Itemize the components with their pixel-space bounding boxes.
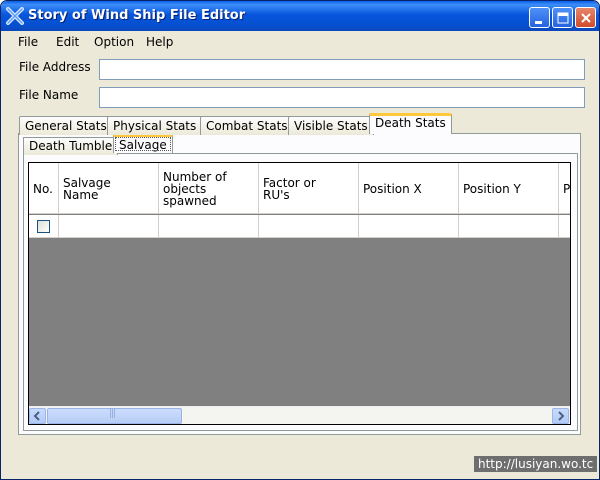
p-cell[interactable] (559, 215, 570, 238)
column-header-factor[interactable]: Factor or RU's (259, 163, 359, 214)
column-header-salvage-name[interactable]: Salvage Name (59, 163, 159, 214)
tab-visible-stats[interactable]: Visible Stats (288, 116, 374, 135)
subtab-death-tumble[interactable]: Death Tumble (23, 137, 119, 155)
close-button[interactable] (575, 7, 596, 28)
column-header-position-x[interactable]: Position X (359, 163, 459, 214)
factor-cell[interactable] (259, 215, 359, 238)
app-window: Story of Wind Ship File Editor File Edit… (0, 0, 600, 480)
file-name-label: File Name (19, 88, 79, 102)
scroll-thumb[interactable]: ||| (47, 408, 182, 424)
tab-death-stats[interactable]: Death Stats (369, 113, 452, 134)
column-header-objects-spawned[interactable]: Number of objects spawned (159, 163, 259, 214)
table-row (29, 215, 570, 238)
window-title: Story of Wind Ship File Editor (28, 8, 246, 23)
row-no-cell[interactable] (29, 215, 59, 238)
menu-file[interactable]: File (18, 35, 38, 49)
scroll-thumb-grip: ||| (109, 409, 116, 419)
objects-spawned-cell[interactable] (159, 215, 259, 238)
file-name-input[interactable] (99, 87, 585, 108)
chevron-left-icon (33, 411, 40, 421)
column-header-p[interactable]: P (559, 163, 570, 214)
scroll-right-button[interactable] (552, 408, 569, 424)
column-header-position-y[interactable]: Position Y (459, 163, 559, 214)
menu-bar: File Edit Option Help (1, 31, 599, 53)
tab-physical-stats[interactable]: Physical Stats (107, 116, 203, 135)
subtab-salvage[interactable]: Salvage (113, 135, 173, 153)
file-address-label: File Address (19, 60, 91, 74)
tab-general-stats[interactable]: General Stats (19, 116, 113, 135)
scroll-left-button[interactable] (29, 408, 46, 424)
watermark: http://lusiyan.wo.tc (474, 456, 598, 472)
file-address-input[interactable] (99, 59, 585, 80)
maximize-button[interactable] (552, 7, 573, 28)
minimize-icon (535, 21, 542, 24)
close-icon (581, 13, 591, 23)
maximize-icon (557, 12, 569, 24)
salvage-name-cell[interactable] (59, 215, 159, 238)
row-checkbox[interactable] (37, 220, 50, 233)
horizontal-scrollbar[interactable]: ||| (29, 406, 570, 424)
minimize-button[interactable] (529, 7, 550, 28)
position-x-cell[interactable] (359, 215, 459, 238)
salvage-grid: No. Salvage Name Number of objects spawn… (28, 162, 571, 425)
app-icon (6, 7, 24, 25)
menu-option[interactable]: Option (94, 35, 134, 49)
tab-combat-stats[interactable]: Combat Stats (200, 116, 294, 135)
menu-help[interactable]: Help (146, 35, 173, 49)
menu-edit[interactable]: Edit (56, 35, 79, 49)
column-header-no[interactable]: No. (29, 163, 59, 214)
chevron-right-icon (558, 411, 565, 421)
position-y-cell[interactable] (459, 215, 559, 238)
title-bar[interactable]: Story of Wind Ship File Editor (1, 1, 599, 31)
grid-header: No. Salvage Name Number of objects spawn… (29, 163, 570, 214)
